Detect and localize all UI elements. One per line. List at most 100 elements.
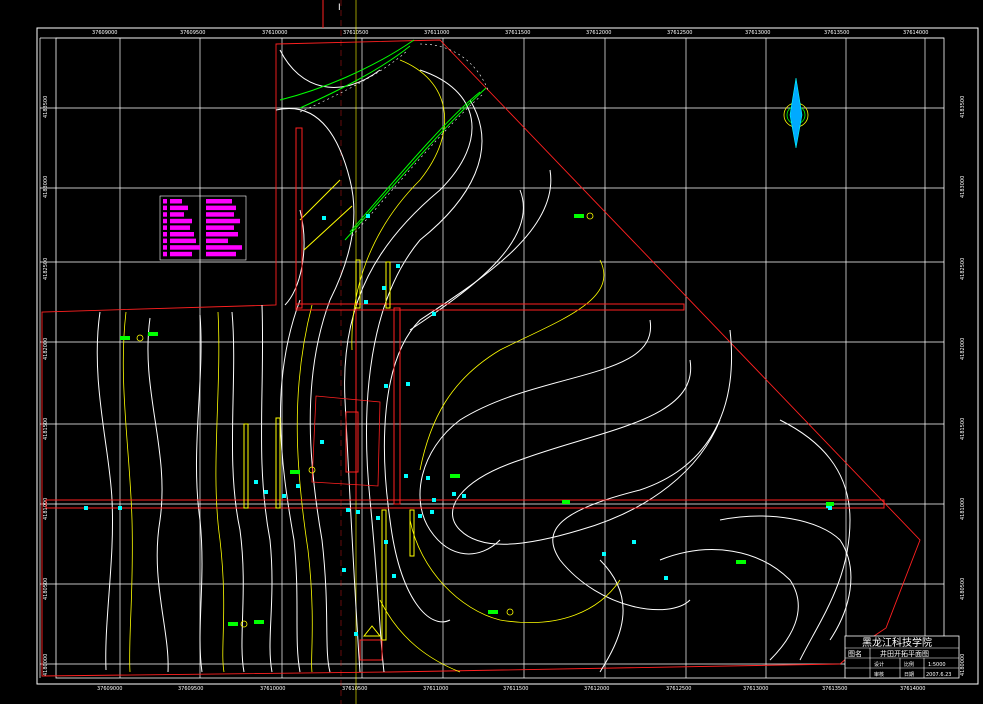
borehole-marker bbox=[396, 264, 400, 268]
grid-label: 37612500 bbox=[666, 686, 691, 692]
borehole-marker bbox=[432, 498, 436, 502]
grid-label: 37613000 bbox=[745, 30, 770, 36]
borehole-tag bbox=[450, 474, 460, 478]
legend-bar bbox=[206, 225, 234, 230]
borehole-marker bbox=[404, 474, 408, 478]
borehole-marker bbox=[426, 476, 430, 480]
legend-swatch bbox=[163, 199, 167, 204]
grid-label: 4182500 bbox=[960, 258, 966, 280]
legend-swatch bbox=[163, 218, 167, 224]
grid-label: 4183500 bbox=[43, 96, 49, 118]
grid-label: 37609500 bbox=[178, 686, 203, 692]
legend-bar bbox=[206, 232, 238, 237]
grid-label: 4182500 bbox=[43, 258, 49, 280]
borehole-marker bbox=[346, 508, 350, 512]
legend-bar bbox=[170, 225, 190, 230]
borehole-circle bbox=[586, 212, 594, 220]
section-marker-label: I bbox=[338, 3, 341, 13]
contour-line bbox=[419, 319, 651, 555]
grid-label: 37613500 bbox=[822, 686, 847, 692]
index-contour bbox=[215, 311, 225, 673]
legend-swatch bbox=[163, 238, 167, 244]
fault-line bbox=[351, 94, 483, 237]
index-contour bbox=[351, 59, 445, 351]
minefield-boundary bbox=[41, 39, 921, 677]
borehole-marker bbox=[392, 574, 396, 578]
scale-value: 1:5000 bbox=[928, 662, 946, 668]
borehole-marker bbox=[366, 214, 370, 218]
date-value: 2007.6.23 bbox=[926, 672, 951, 678]
grid-label: 37611500 bbox=[503, 686, 528, 692]
grid-label: 4180000 bbox=[43, 654, 49, 676]
borehole-marker bbox=[84, 506, 88, 510]
ventilation-roadway bbox=[393, 307, 401, 505]
borehole-marker bbox=[432, 312, 436, 316]
legend-bar bbox=[170, 212, 184, 217]
borehole-tags bbox=[120, 214, 834, 626]
grid-label: 4183000 bbox=[960, 176, 966, 198]
index-contour bbox=[296, 304, 313, 673]
incline bbox=[243, 423, 249, 509]
contour-line bbox=[599, 559, 624, 673]
grid-label: 4182000 bbox=[960, 338, 966, 360]
grid-label: 4183000 bbox=[43, 176, 49, 198]
inclines bbox=[243, 259, 415, 641]
grid-label: 37612000 bbox=[586, 30, 611, 36]
scale-label: 比例 bbox=[904, 661, 914, 668]
legend-bar bbox=[206, 205, 236, 211]
contour-line bbox=[719, 515, 852, 641]
borehole-tag bbox=[228, 622, 238, 626]
legend-bar bbox=[170, 199, 182, 204]
grid-label: 37613000 bbox=[743, 686, 768, 692]
borehole-tag bbox=[254, 620, 264, 624]
borehole-marker bbox=[664, 576, 668, 580]
index-contour bbox=[122, 311, 133, 673]
borehole-marker bbox=[418, 514, 422, 518]
index-contour bbox=[379, 599, 461, 673]
grid-label: 37609000 bbox=[97, 686, 122, 692]
institution-name: 黑龙江科技学院 bbox=[862, 636, 932, 649]
grid-label: 37609500 bbox=[180, 30, 205, 36]
grid-label: 4180500 bbox=[960, 578, 966, 600]
borehole-tag bbox=[290, 470, 300, 474]
contour-line bbox=[195, 314, 203, 673]
contour-line bbox=[452, 359, 721, 545]
borehole-marker bbox=[364, 300, 368, 304]
grid-label: 37611000 bbox=[424, 30, 449, 36]
borehole-marker bbox=[320, 440, 324, 444]
seam-outcrops bbox=[279, 39, 487, 251]
borehole-marker bbox=[282, 494, 286, 498]
borehole-markers bbox=[84, 214, 832, 636]
borehole-tag bbox=[120, 336, 130, 340]
fault-ticks bbox=[299, 43, 489, 237]
contour-line bbox=[344, 69, 473, 673]
borehole-circle bbox=[506, 608, 514, 616]
shaft-station bbox=[359, 639, 383, 661]
grid-label: 4180500 bbox=[43, 578, 49, 600]
borehole-marker bbox=[264, 490, 268, 494]
legend-bar bbox=[170, 251, 192, 257]
outer-frame bbox=[36, 27, 979, 685]
grid-labels-bottom: 37609000 37609500 37610000 37610500 3761… bbox=[97, 686, 925, 692]
contour-line bbox=[275, 108, 355, 301]
legend-bar bbox=[170, 218, 192, 224]
grid-label: 37610500 bbox=[342, 686, 367, 692]
contour-line bbox=[659, 549, 799, 661]
drawing-title-label: 图名 bbox=[848, 649, 862, 658]
seam-outcrop bbox=[299, 45, 411, 109]
borehole-marker bbox=[354, 632, 358, 636]
title-block: 黑龙江科技学院 图名 井田开拓平面图 设计 比例 1:5000 审核 日期 20… bbox=[844, 635, 960, 679]
borehole-tag bbox=[488, 610, 498, 614]
borehole-marker bbox=[430, 510, 434, 514]
grid-label: 37611500 bbox=[505, 30, 530, 36]
borehole-marker bbox=[462, 494, 466, 498]
borehole-tag bbox=[562, 500, 570, 504]
borehole-marker bbox=[828, 506, 832, 510]
legend-bar bbox=[206, 199, 232, 204]
ventilation-shaft-roadway bbox=[295, 127, 303, 309]
borehole-marker bbox=[384, 384, 388, 388]
seam-outcrop bbox=[303, 205, 353, 251]
borehole-circles bbox=[136, 212, 594, 628]
contour-lines bbox=[96, 49, 852, 673]
legend-bar bbox=[170, 205, 188, 211]
